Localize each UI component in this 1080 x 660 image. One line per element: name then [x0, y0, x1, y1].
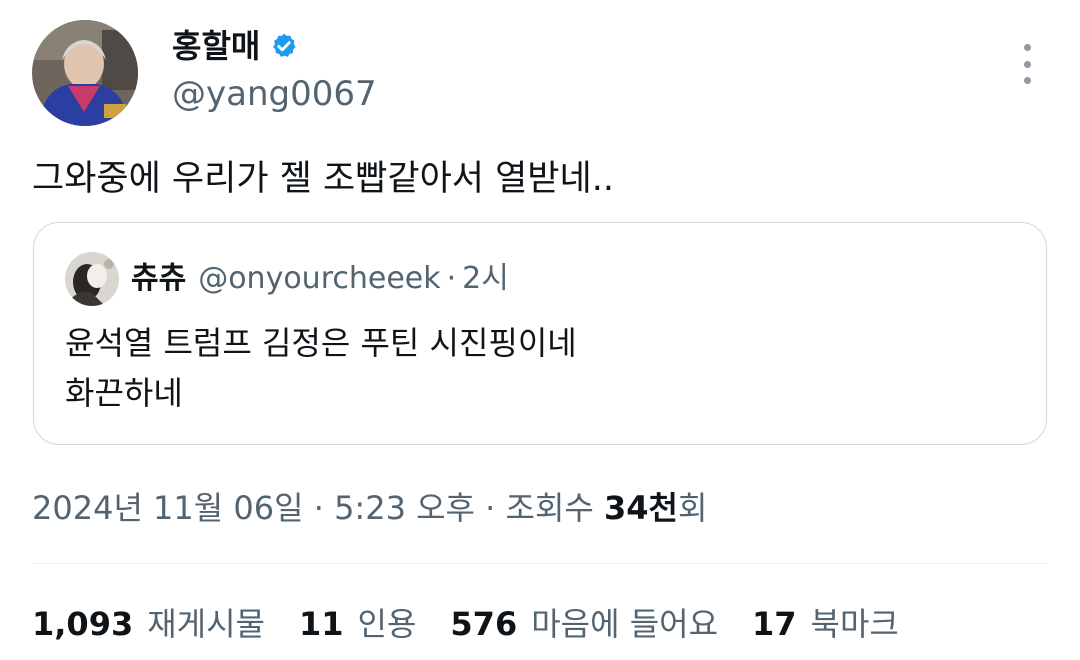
divider	[32, 563, 1048, 564]
likes-count: 576	[450, 605, 518, 643]
dot	[1023, 60, 1031, 68]
quote-author-avatar[interactable]	[65, 252, 119, 306]
author-avatar-image	[32, 20, 138, 126]
bookmarks-stat[interactable]: 17 북마크	[752, 600, 899, 648]
author-handle[interactable]: @yang0067	[172, 72, 377, 116]
views-count: 34천	[604, 489, 678, 527]
quote-header: 츄츄 @onyourcheeek · 2시	[131, 259, 509, 299]
views-label: 조회수	[505, 489, 594, 527]
reposts-label: 재게시물	[147, 605, 265, 643]
author-name-row[interactable]: 홍할매	[172, 24, 298, 68]
tweet-meta: 2024년 11월 06일 · 5:23 오후 · 조회수 34천회	[32, 484, 707, 532]
bookmarks-label: 북마크	[810, 605, 899, 643]
tweet-text: 그와중에 우리가 젤 조빱같아서 열받네..	[32, 159, 614, 199]
bookmarks-count: 17	[752, 605, 797, 643]
more-dots-icon[interactable]	[1012, 44, 1042, 84]
reposts-count: 1,093	[32, 605, 134, 643]
quotes-stat[interactable]: 11 인용	[299, 600, 416, 648]
dot	[1023, 44, 1031, 51]
tweet-page: 홍할매 @yang0067 그와중에 우리가 젤 조빱같아서 열받네.. 츄츄 @…	[0, 0, 1080, 660]
quote-separator: ·	[446, 261, 457, 296]
quotes-label: 인용	[357, 605, 417, 643]
meta-separator: ·	[313, 489, 324, 527]
tweet-stats: 1,093 재게시물 11 인용 576 마음에 들어요 17 북마크	[32, 600, 899, 648]
quote-text-line-1: 윤석열 트럼프 김정은 푸틴 시진핑이네	[65, 324, 577, 362]
tweet-time[interactable]: 5:23 오후	[334, 489, 475, 527]
quote-author-name[interactable]: 츄츄	[131, 261, 186, 296]
views-suffix: 회	[677, 489, 708, 527]
likes-stat[interactable]: 576 마음에 들어요	[450, 600, 718, 648]
author-avatar[interactable]	[32, 20, 138, 126]
author-name[interactable]: 홍할매	[172, 24, 260, 68]
likes-label: 마음에 들어요	[531, 605, 719, 643]
quote-author-handle[interactable]: @onyourcheeek	[198, 261, 440, 296]
tweet-date[interactable]: 2024년 11월 06일	[32, 489, 304, 527]
quote-tweet-card[interactable]: 츄츄 @onyourcheeek · 2시 윤석열 트럼프 김정은 푸틴 시진핑이네 …	[33, 222, 1047, 445]
quote-time[interactable]: 2시	[462, 261, 509, 296]
quotes-count: 11	[298, 605, 344, 643]
quote-text-line-2: 화끈하네	[65, 374, 183, 412]
quote-avatar-image	[65, 252, 119, 306]
reposts-stat[interactable]: 1,093 재게시물	[32, 600, 265, 648]
verified-badge-icon	[273, 33, 296, 57]
meta-separator: ·	[485, 489, 496, 527]
dot	[1023, 77, 1031, 84]
